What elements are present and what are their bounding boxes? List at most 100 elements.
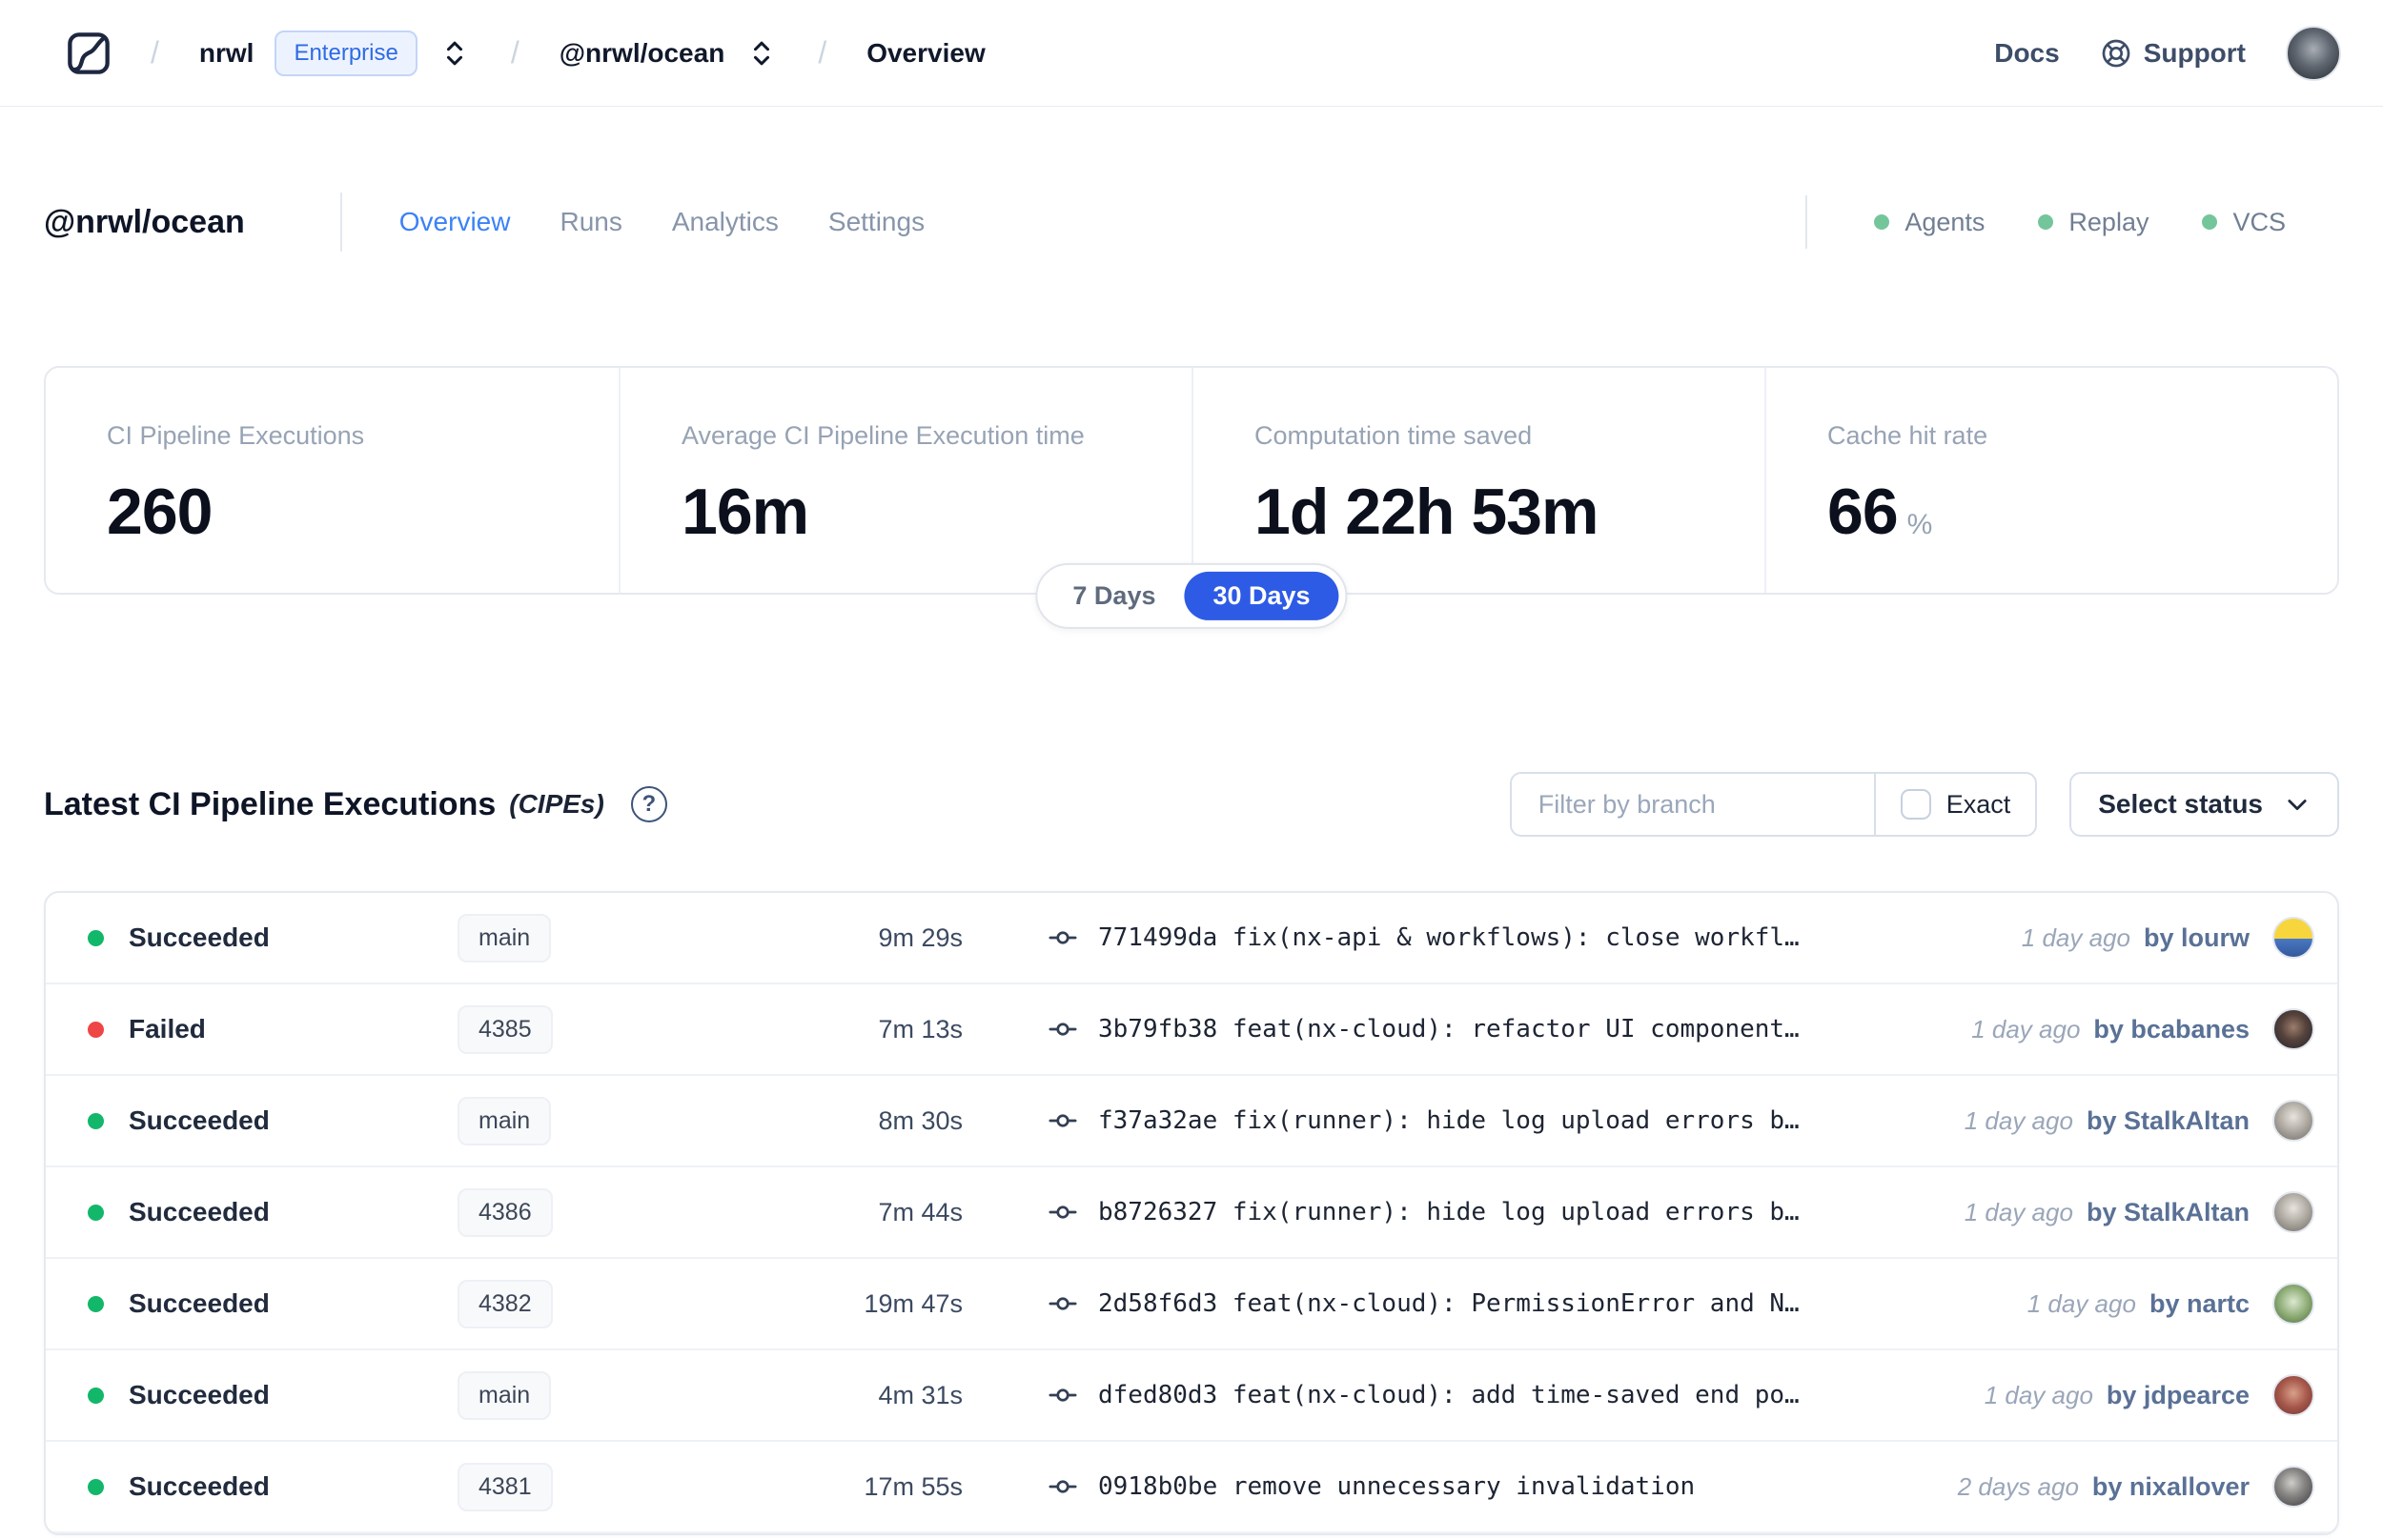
meta-cell: 1 day ago by lourw xyxy=(2022,917,2314,959)
row-status: Succeeded xyxy=(129,922,270,952)
meta-cell: 1 day ago by bcabanes xyxy=(1971,1008,2314,1050)
section-title: Latest CI Pipeline Executions xyxy=(44,785,497,822)
cipe-row[interactable]: Succeeded main 8m 30s f37a32ae fix(runne… xyxy=(46,1076,2337,1167)
branch-chip[interactable]: main xyxy=(458,913,552,962)
status-dot-icon xyxy=(88,1478,104,1495)
row-avatar[interactable] xyxy=(2272,1374,2314,1416)
cipe-row[interactable]: Succeeded 4382 19m 47s 2d58f6d3 feat(nx-… xyxy=(46,1259,2337,1350)
feature-vcs[interactable]: VCS xyxy=(2202,208,2286,237)
cipe-row[interactable]: Failed 4385 7m 13s 3b79fb38 feat(nx-clou… xyxy=(46,984,2337,1076)
row-status: Succeeded xyxy=(129,1197,270,1226)
commit-text[interactable]: b8726327 fix(runner): hide log upload er… xyxy=(1098,1198,1800,1226)
branch-chip[interactable]: main xyxy=(458,1096,552,1145)
row-status: Succeeded xyxy=(129,1380,270,1409)
help-icon[interactable]: ? xyxy=(630,786,667,822)
row-avatar[interactable] xyxy=(2272,1466,2314,1508)
divider xyxy=(1805,195,1808,249)
tab-analytics[interactable]: Analytics xyxy=(672,207,779,237)
cipe-row[interactable]: Succeeded main 4m 31s dfed80d3 feat(nx-c… xyxy=(46,1350,2337,1442)
row-author[interactable]: by jdpearce xyxy=(2107,1381,2250,1410)
status-dot-icon xyxy=(88,1204,104,1221)
branch-cell: 4381 xyxy=(458,1462,763,1511)
tab-overview[interactable]: Overview xyxy=(399,207,511,237)
green-dot-icon xyxy=(2202,214,2218,230)
row-duration: 4m 31s xyxy=(878,1380,963,1409)
workspace-switcher-button[interactable] xyxy=(745,34,778,72)
nx-cloud-logo-icon[interactable] xyxy=(67,31,111,75)
branch-cell: 4382 xyxy=(458,1279,763,1328)
feature-replay[interactable]: Replay xyxy=(2038,208,2149,237)
exact-toggle[interactable]: Exact xyxy=(1873,774,2036,835)
stat-card-executions: CI Pipeline Executions 260 xyxy=(46,368,619,593)
row-status: Succeeded xyxy=(129,1105,270,1135)
meta-cell: 1 day ago by StalkAltan xyxy=(1965,1100,2314,1142)
cipe-row[interactable]: Succeeded 4381 17m 55s 0918b0be remove u… xyxy=(46,1442,2337,1533)
stat-value: 1d 22h 53m xyxy=(1254,476,1599,548)
docs-link[interactable]: Docs xyxy=(1994,38,2059,69)
branch-cell: main xyxy=(458,913,763,962)
org-switcher-button[interactable] xyxy=(438,34,471,72)
divider xyxy=(339,192,342,252)
row-avatar[interactable] xyxy=(2272,1283,2314,1325)
row-duration: 9m 29s xyxy=(878,922,963,952)
row-avatar[interactable] xyxy=(2272,1191,2314,1233)
feature-status-group: Agents Replay VCS xyxy=(1805,195,2339,249)
row-author[interactable]: by nartc xyxy=(2149,1289,2250,1319)
branch-chip[interactable]: 4382 xyxy=(458,1279,553,1328)
commit-cell: 771499da fix(nx-api & workflows): close … xyxy=(1049,923,1993,952)
branch-chip[interactable]: 4385 xyxy=(458,1004,553,1054)
branch-cell: 4386 xyxy=(458,1187,763,1237)
commit-text[interactable]: f37a32ae fix(runner): hide log upload er… xyxy=(1098,1106,1800,1135)
branch-chip[interactable]: main xyxy=(458,1370,552,1420)
stat-label: Average CI Pipeline Execution time xyxy=(682,421,1085,450)
row-author[interactable]: by bcabanes xyxy=(2093,1015,2250,1044)
range-7-days[interactable]: 7 Days xyxy=(1044,572,1184,620)
row-author[interactable]: by StalkAltan xyxy=(2087,1198,2250,1227)
feature-label: Replay xyxy=(2068,207,2149,236)
row-author[interactable]: by StalkAltan xyxy=(2087,1106,2250,1136)
row-avatar[interactable] xyxy=(2272,1008,2314,1050)
git-commit-icon xyxy=(1049,1114,1077,1127)
git-commit-icon xyxy=(1049,1297,1077,1310)
breadcrumb-workspace[interactable]: @nrwl/ocean xyxy=(560,38,725,69)
range-30-days[interactable]: 30 Days xyxy=(1184,571,1339,620)
row-author[interactable]: by nixallover xyxy=(2092,1472,2250,1502)
row-time: 1 day ago xyxy=(1971,1014,2081,1044)
user-avatar[interactable] xyxy=(2286,25,2341,81)
support-link[interactable]: Support xyxy=(2100,37,2246,70)
page-title: @nrwl/ocean xyxy=(44,203,245,240)
status-select-button[interactable]: Select status xyxy=(2069,772,2339,837)
workspace-tabs: Overview Runs Analytics Settings xyxy=(399,207,925,237)
exact-checkbox[interactable] xyxy=(1900,789,1931,820)
status-cell: Failed xyxy=(88,1014,419,1044)
row-avatar[interactable] xyxy=(2272,1100,2314,1142)
cipe-section-header: Latest CI Pipeline Executions (CIPEs) ? … xyxy=(0,764,2383,844)
breadcrumb-org-group: nrwl Enterprise xyxy=(199,30,471,76)
branch-filter-input[interactable] xyxy=(1511,774,1874,835)
branch-chip[interactable]: 4381 xyxy=(458,1462,553,1511)
commit-text[interactable]: 2d58f6d3 feat(nx-cloud): PermissionError… xyxy=(1098,1289,1800,1318)
row-time: 1 day ago xyxy=(2021,922,2130,952)
tab-settings[interactable]: Settings xyxy=(828,207,925,237)
breadcrumb-org[interactable]: nrwl xyxy=(199,38,255,69)
feature-agents[interactable]: Agents xyxy=(1874,208,1985,237)
commit-text[interactable]: 771499da fix(nx-api & workflows): close … xyxy=(1098,923,1800,952)
green-dot-icon xyxy=(1874,214,1890,230)
row-author[interactable]: by lourw xyxy=(2144,923,2250,953)
commit-text[interactable]: dfed80d3 feat(nx-cloud): add time-saved … xyxy=(1098,1381,1800,1409)
row-avatar[interactable] xyxy=(2272,917,2314,959)
section-title-suffix: (CIPEs) xyxy=(509,789,604,819)
cipe-row[interactable]: Succeeded 4386 7m 44s b8726327 fix(runne… xyxy=(46,1167,2337,1259)
stat-label: Cache hit rate xyxy=(1827,421,1988,450)
branch-cell: 4385 xyxy=(458,1004,763,1054)
topbar-right: Docs Support xyxy=(1994,25,2341,81)
breadcrumb-separator: / xyxy=(510,35,519,70)
commit-text[interactable]: 0918b0be remove unnecessary invalidation xyxy=(1098,1472,1695,1501)
chevron-down-icon xyxy=(2288,800,2307,811)
branch-chip[interactable]: 4386 xyxy=(458,1187,553,1237)
stat-unit: % xyxy=(1906,509,1933,540)
tab-runs[interactable]: Runs xyxy=(560,207,621,237)
cipe-row[interactable]: Succeeded main 9m 29s 771499da fix(nx-ap… xyxy=(46,893,2337,984)
breadcrumb-separator: / xyxy=(151,35,159,70)
commit-text[interactable]: 3b79fb38 feat(nx-cloud): refactor UI com… xyxy=(1098,1015,1800,1044)
